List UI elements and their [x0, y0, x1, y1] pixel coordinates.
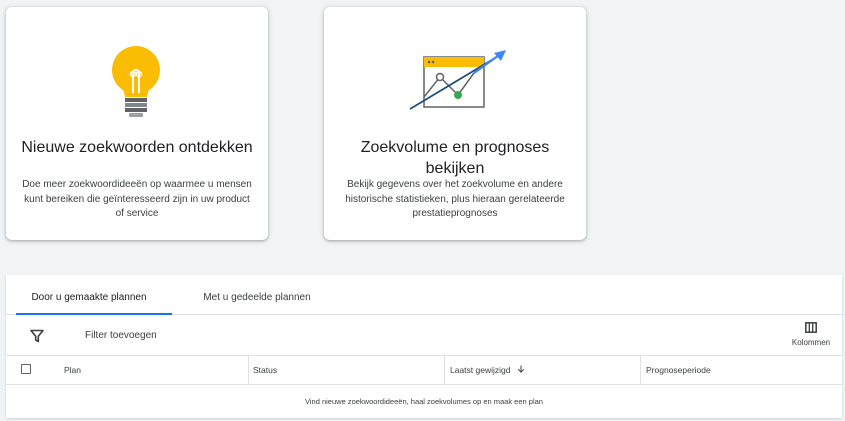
columns-label: Kolommen	[791, 338, 831, 347]
sort-descending-icon	[517, 356, 525, 384]
tab-my-plans[interactable]: Door u gemaakte plannen	[6, 275, 172, 315]
card-description: Doe meer zoekwoordideeën op waarmee u me…	[22, 179, 252, 219]
columns-button[interactable]: Kolommen	[786, 322, 836, 352]
card-title: Zoekvolume en prognoses bekijken	[360, 139, 550, 177]
tab-label: Door u gemaakte plannen	[31, 292, 147, 303]
add-filter-button[interactable]: Filter toevoegen	[85, 330, 157, 341]
card-description: Bekijk gegevens over het zoekvolume en a…	[345, 179, 565, 219]
filter-bar: Filter toevoegen Kolommen	[6, 315, 842, 356]
column-header-label: Laatst gewijzigd	[450, 365, 511, 375]
column-divider	[248, 356, 249, 384]
trend-chart-icon	[324, 45, 586, 123]
select-all-checkbox[interactable]	[21, 364, 31, 374]
filter-icon[interactable]	[30, 329, 44, 343]
column-header-plan[interactable]: Plan	[64, 356, 81, 384]
lightbulb-icon	[6, 45, 268, 123]
column-header-last-modified[interactable]: Laatst gewijzigd	[450, 356, 525, 384]
card-title: Nieuwe zoekwoorden ontdekken	[21, 139, 253, 156]
tab-label: Met u gedeelde plannen	[203, 292, 311, 303]
tab-shared-plans[interactable]: Met u gedeelde plannen	[176, 275, 338, 314]
search-volume-forecast-card[interactable]: Zoekvolume en prognoses bekijken Bekijk …	[324, 7, 586, 240]
column-divider	[640, 356, 641, 384]
column-header-status[interactable]: Status	[253, 356, 277, 384]
column-header-forecast-period[interactable]: Prognoseperiode	[646, 356, 711, 384]
plans-table-panel: Door u gemaakte plannen Met u gedeelde p…	[6, 275, 842, 418]
column-divider	[444, 356, 445, 384]
table-header-row: Plan Status Laatst gewijzigd Prognoseper…	[6, 356, 842, 385]
empty-table-message: Vind nieuwe zoekwoordideeën, haal zoekvo…	[305, 397, 543, 406]
columns-icon	[805, 322, 817, 333]
plans-tabs: Door u gemaakte plannen Met u gedeelde p…	[6, 275, 842, 315]
discover-keywords-card[interactable]: Nieuwe zoekwoorden ontdekken Doe meer zo…	[6, 7, 268, 240]
